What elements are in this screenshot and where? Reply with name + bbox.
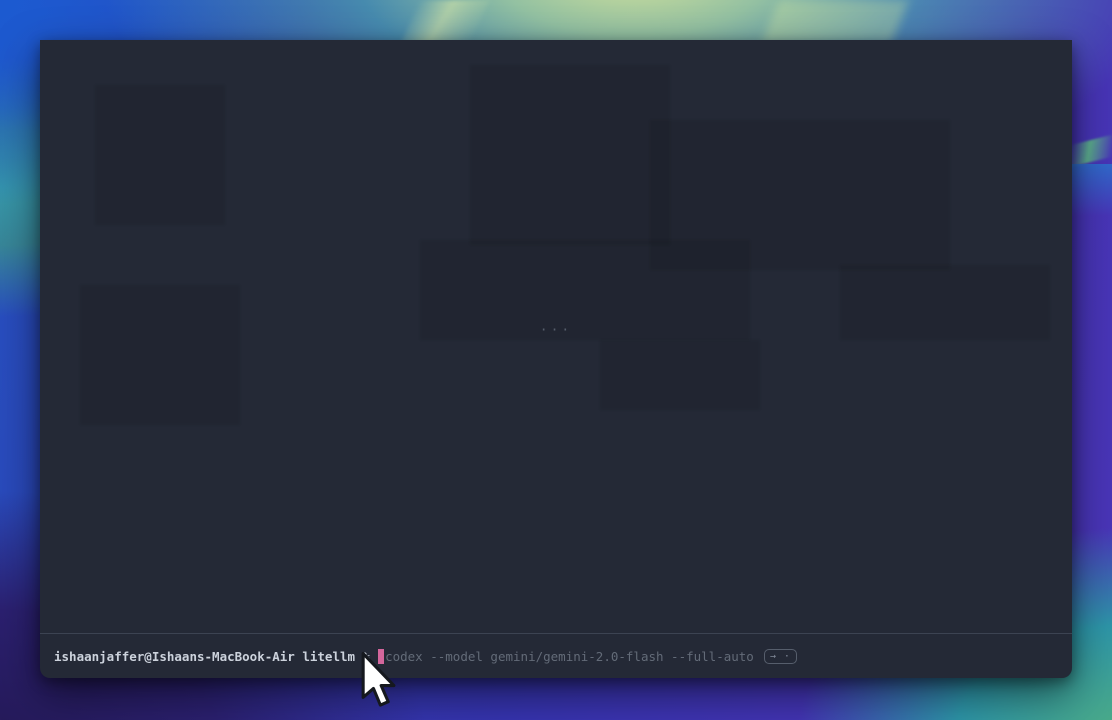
accept-suggestion-hint-badge: → · [764,649,797,664]
terminal-window[interactable]: ··· ishaanjaffer@Ishaans-MacBook-Air lit… [40,40,1072,678]
wallpaper-blue-band [1072,164,1112,216]
wallpaper-light-ray [761,0,909,44]
shell-prompt-text: ishaanjaffer@Ishaans-MacBook-Air litellm… [54,649,370,664]
desktop: { "desktop": { "wallpaper": { "palette":… [0,0,1112,720]
loading-indicator: ··· [540,323,572,338]
wallpaper-light-ray [400,0,490,44]
mouse-cursor-icon [357,651,397,713]
terminal-prompt-line[interactable]: ishaanjaffer@Ishaans-MacBook-Air litellm… [40,634,1072,678]
wallpaper-teal-streak [1070,135,1112,167]
terminal-output-area: ··· [40,40,1072,633]
autosuggestion-text: codex --model gemini/gemini-2.0-flash --… [385,649,754,664]
